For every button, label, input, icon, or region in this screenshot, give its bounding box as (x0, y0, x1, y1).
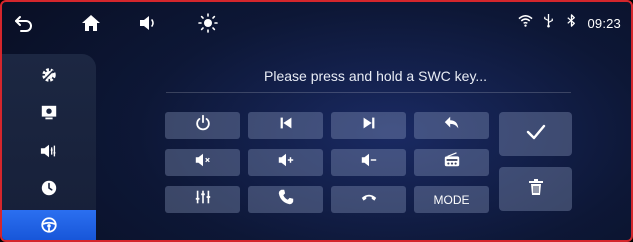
usb-icon (541, 13, 556, 33)
volume-down-icon (360, 151, 378, 174)
status-indicators: 09:23 (518, 13, 621, 33)
power-icon (194, 114, 212, 137)
checkmark-icon (526, 122, 546, 147)
mode-label: MODE (433, 192, 470, 207)
gear-icon (40, 66, 58, 89)
volume-icon[interactable] (138, 13, 158, 33)
sidebar-item-time[interactable] (2, 173, 96, 207)
key-volume-up[interactable] (248, 149, 323, 176)
home-icon[interactable] (81, 13, 101, 33)
sound-settings-icon (40, 142, 58, 165)
sidebar-item-general[interactable] (2, 60, 96, 94)
phone-hangup-icon (360, 188, 378, 211)
wifi-icon (518, 13, 534, 33)
prompt-divider (166, 92, 571, 93)
key-power[interactable] (165, 112, 240, 139)
key-phone-answer[interactable] (248, 186, 323, 213)
status-bar: 09:23 (2, 2, 631, 44)
radio-icon (443, 151, 461, 174)
settings-sidebar (2, 54, 96, 240)
display-settings-icon (40, 104, 58, 127)
phone-answer-icon (277, 188, 295, 211)
key-mute[interactable] (165, 149, 240, 176)
key-phone-hangup[interactable] (331, 186, 406, 213)
key-return[interactable] (414, 112, 489, 139)
key-previous-track[interactable] (248, 112, 323, 139)
return-icon (443, 114, 461, 137)
delete-button[interactable] (499, 167, 572, 211)
previous-track-icon (277, 114, 295, 137)
brightness-icon[interactable] (198, 13, 218, 33)
swc-prompt: Please press and hold a SWC key... (264, 68, 488, 84)
key-radio[interactable] (414, 149, 489, 176)
key-next-track[interactable] (331, 112, 406, 139)
back-arrow-icon[interactable] (14, 13, 34, 33)
clock-time: 09:23 (587, 15, 621, 31)
sidebar-item-steering-wheel[interactable] (2, 210, 96, 240)
key-mode[interactable]: MODE (414, 186, 489, 213)
sidebar-item-sound[interactable] (2, 136, 96, 170)
mute-icon (194, 151, 212, 174)
key-equalizer[interactable] (165, 186, 240, 213)
volume-up-icon (277, 151, 295, 174)
sidebar-item-display[interactable] (2, 98, 96, 132)
swc-learning-panel: Please press and hold a SWC key... MODE (96, 54, 631, 240)
confirm-button[interactable] (499, 112, 572, 156)
clock-icon (40, 179, 58, 202)
trash-icon (526, 177, 546, 202)
screen-frame: 09:23 Please press and hold a SWC key...… (0, 0, 633, 242)
equalizer-icon (194, 188, 212, 211)
next-track-icon (360, 114, 378, 137)
steering-wheel-icon (40, 216, 58, 239)
bluetooth-icon (564, 13, 579, 33)
key-volume-down[interactable] (331, 149, 406, 176)
